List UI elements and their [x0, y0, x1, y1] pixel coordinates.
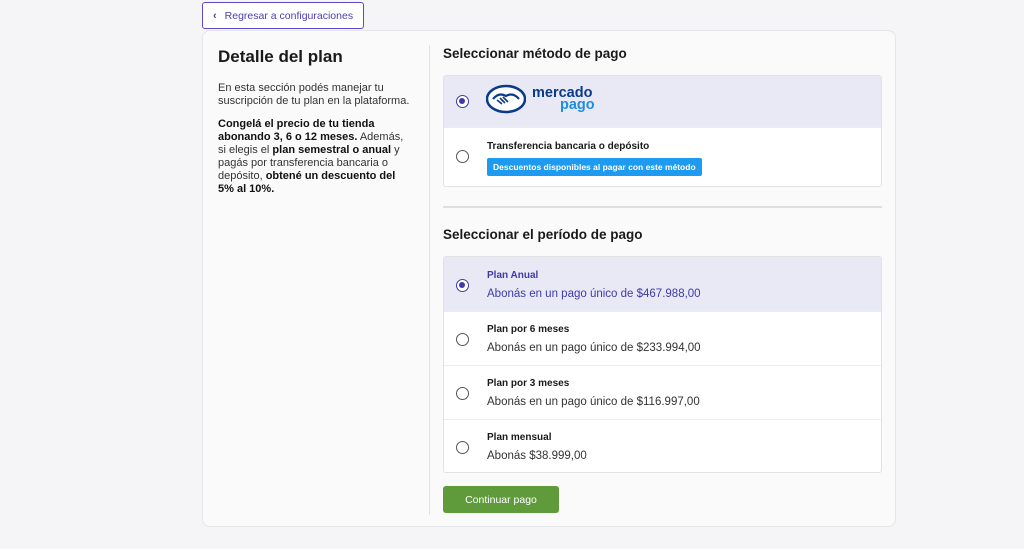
- monthly-title: Plan mensual: [487, 432, 552, 443]
- handshake-icon: [486, 84, 526, 114]
- chevron-left-icon: ‹: [213, 9, 217, 22]
- section-divider: [443, 206, 882, 208]
- period-option-6-months[interactable]: Plan por 6 meses Abonás en un pago único…: [444, 312, 881, 366]
- period-option-monthly[interactable]: Plan mensual Abonás $38.999,00: [444, 420, 881, 472]
- payment-period-title: Seleccionar el período de pago: [443, 227, 643, 242]
- annual-subtitle: Abonás en un pago único de $467.988,00: [487, 288, 701, 300]
- payment-method-list: mercado pago Transferencia bancaria o de…: [443, 75, 882, 187]
- radio-transfer[interactable]: [456, 150, 469, 163]
- mercadopago-logo-line2: pago: [560, 97, 595, 113]
- vertical-divider: [429, 45, 430, 515]
- plan-card: Detalle del plan En esta sección podés m…: [202, 30, 896, 527]
- radio-6-months[interactable]: [456, 333, 469, 346]
- payment-period-list: Plan Anual Abonás en un pago único de $4…: [443, 256, 882, 473]
- continue-payment-button[interactable]: Continuar pago: [443, 486, 559, 513]
- discount-badge: Descuentos disponibles al pagar con este…: [487, 158, 702, 176]
- monthly-subtitle: Abonás $38.999,00: [487, 450, 587, 462]
- back-button-label: Regresar a configuraciones: [224, 9, 354, 22]
- transfer-label: Transferencia bancaria o depósito: [487, 141, 650, 152]
- payment-option-transfer[interactable]: Transferencia bancaria o depósito Descue…: [444, 128, 881, 186]
- radio-monthly[interactable]: [456, 441, 469, 454]
- back-to-settings-button[interactable]: ‹ Regresar a configuraciones: [202, 2, 364, 29]
- annual-title: Plan Anual: [487, 270, 539, 281]
- three-months-title: Plan por 3 meses: [487, 378, 570, 389]
- payment-method-title: Seleccionar método de pago: [443, 46, 627, 61]
- payment-option-mercadopago[interactable]: mercado pago: [444, 76, 881, 128]
- mercadopago-logo: mercado pago: [486, 84, 595, 114]
- plan-detail-intro: En esta sección podés manejar tu suscrip…: [218, 82, 410, 107]
- plan-detail-title: Detalle del plan: [218, 47, 343, 66]
- six-months-subtitle: Abonás en un pago único de $233.994,00: [487, 342, 701, 354]
- period-option-3-months[interactable]: Plan por 3 meses Abonás en un pago único…: [444, 366, 881, 420]
- period-option-annual[interactable]: Plan Anual Abonás en un pago único de $4…: [444, 257, 881, 312]
- three-months-subtitle: Abonás en un pago único de $116.997,00: [487, 396, 700, 408]
- plan-detail-panel: Detalle del plan En esta sección podés m…: [218, 47, 413, 206]
- plan-detail-promo: Congelá el precio de tu tienda abonando …: [218, 118, 404, 195]
- radio-annual[interactable]: [456, 279, 469, 292]
- radio-mercadopago[interactable]: [456, 95, 469, 108]
- six-months-title: Plan por 6 meses: [487, 324, 570, 335]
- radio-3-months[interactable]: [456, 387, 469, 400]
